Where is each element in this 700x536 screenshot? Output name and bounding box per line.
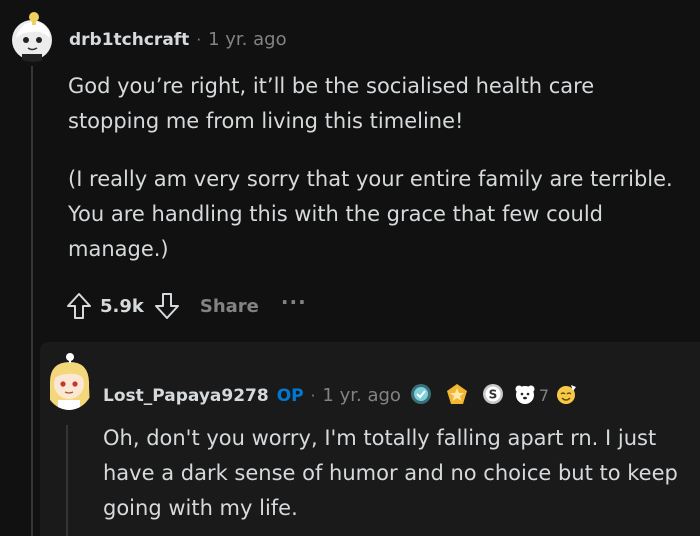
vote-score: 5.9k (100, 295, 144, 317)
reply-thread-line[interactable] (66, 425, 68, 536)
wholesome-award-icon[interactable] (555, 383, 577, 405)
bear-award-icon[interactable] (514, 383, 536, 405)
comment-body: God you’re right, it’ll be the socialise… (68, 69, 688, 267)
separator: · (310, 387, 316, 405)
award-count: 7 (538, 386, 550, 405)
username[interactable]: Lost_Papaya9278 (103, 386, 269, 406)
star-award-icon[interactable] (446, 383, 468, 405)
avatar[interactable] (10, 10, 56, 62)
comment-paragraph: God you’re right, it’ll be the socialise… (68, 74, 595, 133)
thread-line[interactable] (31, 66, 33, 536)
reply-body: Oh, don't you worry, I'm totally falling… (103, 426, 678, 520)
silver-award-icon[interactable]: S (482, 383, 504, 405)
separator: · (196, 31, 202, 49)
more-options-button[interactable]: ··· (281, 290, 307, 314)
comment-paragraph: (I really am very sorry that your entire… (68, 167, 673, 261)
username[interactable]: drb1tchcraft (69, 30, 189, 50)
timestamp[interactable]: 1 yr. ago (208, 29, 287, 50)
downvote-icon[interactable] (152, 291, 182, 321)
svg-text:S: S (489, 388, 498, 402)
helpful-award-icon[interactable] (410, 383, 432, 405)
op-badge: OP (276, 386, 304, 406)
comment-meta: drb1tchcraft · 1 yr. ago (69, 29, 287, 50)
reply-meta: Lost_Papaya9278 OP · 1 yr. ago S 7 (103, 379, 577, 406)
avatar[interactable] (44, 352, 94, 410)
upvote-icon[interactable] (64, 291, 94, 321)
timestamp[interactable]: 1 yr. ago (322, 385, 401, 406)
share-button[interactable]: Share (200, 296, 259, 317)
comment-actions: 5.9k Share ··· (64, 288, 307, 324)
